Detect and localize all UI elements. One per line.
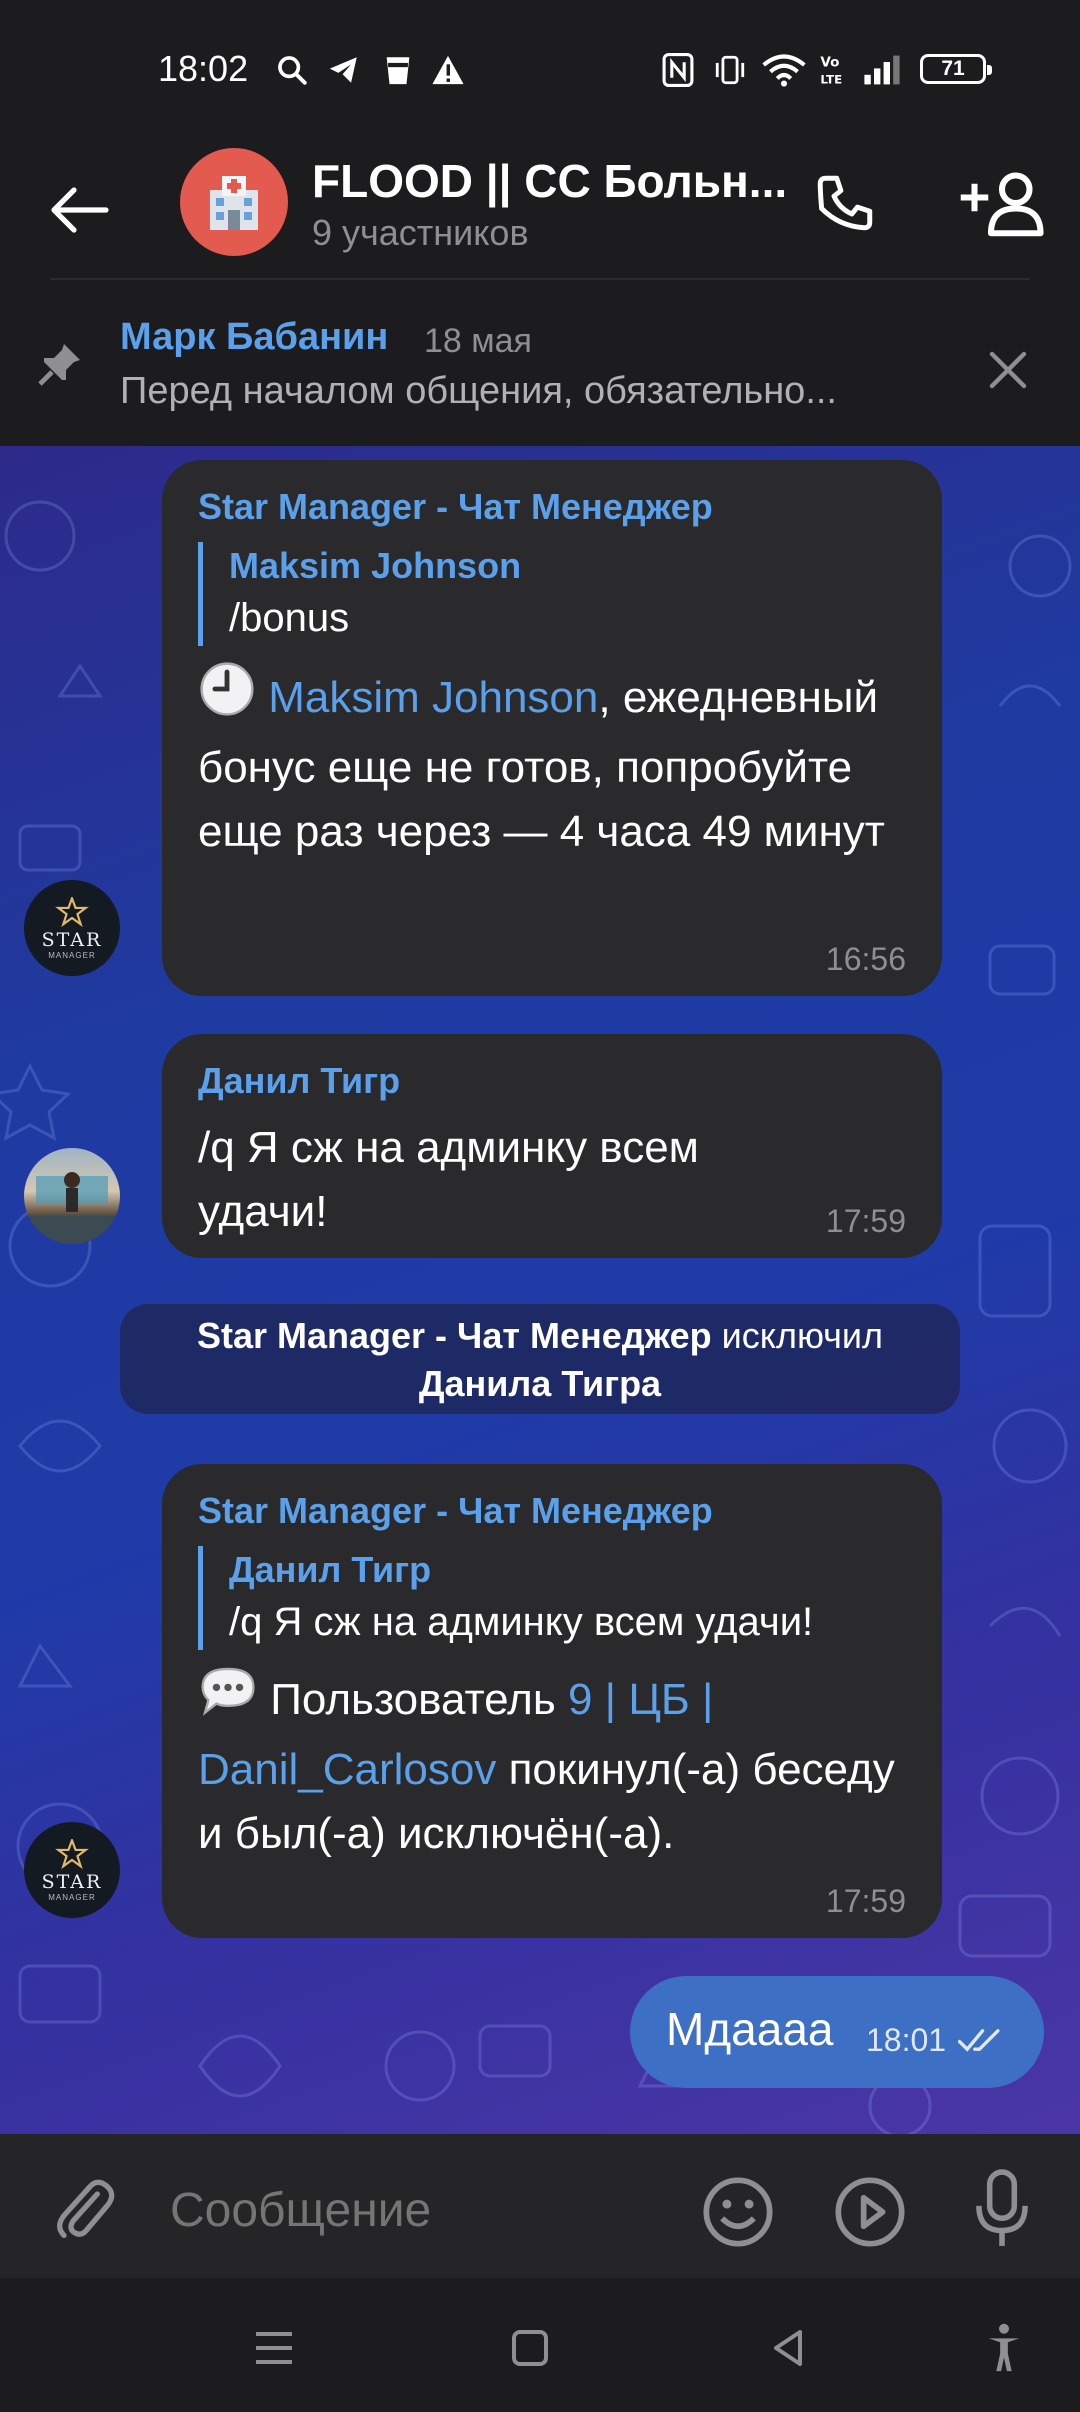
message-text: Мдаааа — [666, 2003, 834, 2055]
reply-quote[interactable]: Maksim Johnson /bonus — [198, 542, 906, 646]
back-button[interactable] — [40, 170, 120, 250]
system-nav-bar — [0, 2278, 1080, 2412]
reply-quote[interactable]: Данил Тигр /q Я сж на админку всем удачи… — [198, 1546, 906, 1650]
reply-text: /bonus — [229, 596, 350, 640]
play-circle-icon — [835, 2177, 905, 2247]
search-icon — [272, 50, 312, 90]
chat-title[interactable]: FLOOD || СС Больн... — [312, 154, 787, 208]
message-sender[interactable]: Star Manager - Чат Менеджер — [198, 486, 906, 528]
message-text: Maksim Johnson, ежедневный бонус еще не … — [198, 660, 906, 864]
status-time: 18:02 — [158, 48, 249, 89]
chat-area[interactable]: Star Manager - Чат Менеджер Maksim Johns… — [0, 446, 1080, 2134]
message-bubble[interactable]: Star Manager - Чат Менеджер Maksim Johns… — [162, 460, 942, 996]
double-check-icon — [958, 2029, 1000, 2052]
message-bubble[interactable]: Star Manager - Чат Менеджер Данил Тигр /… — [162, 1464, 942, 1938]
cup-icon — [378, 50, 418, 90]
nfc-icon — [660, 50, 696, 90]
warning-icon — [428, 50, 468, 90]
message-input-bar — [0, 2134, 1080, 2278]
message-bubble[interactable]: Данил Тигр /q Я сж на админку всем удачи… — [162, 1034, 942, 1258]
battery-indicator: 71 — [920, 54, 992, 84]
triangle-back-icon — [774, 2330, 802, 2366]
pinned-date: 18 мая — [424, 322, 532, 360]
signal-icon — [860, 50, 904, 90]
vibrate-icon — [712, 50, 748, 90]
user-mention-link[interactable]: Maksim Johnson — [268, 673, 598, 722]
clock-icon — [198, 660, 256, 736]
status-bar: 18:02 Vo LTE 71 — [0, 0, 1080, 140]
microphone-icon — [976, 2169, 1028, 2246]
message-text: /q Я сж на админку всем удачи! — [198, 1123, 699, 1236]
message-time: 17:59 — [825, 1883, 906, 1919]
sender-avatar[interactable]: STAR MANAGER — [24, 880, 120, 976]
message-input[interactable] — [170, 2170, 670, 2250]
person-photo-icon — [24, 1172, 120, 1244]
group-avatar[interactable] — [180, 148, 288, 256]
message-sender[interactable]: Данил Тигр — [198, 1060, 906, 1102]
sender-avatar[interactable] — [24, 1148, 120, 1244]
speech-balloon-icon — [198, 1664, 258, 1738]
smile-icon — [703, 2177, 773, 2247]
phone-icon — [817, 175, 873, 231]
pinned-text: Перед началом общения, обязательно... — [120, 370, 837, 412]
pinned-author: Марк Бабанин — [120, 316, 389, 358]
accessibility-icon — [988, 2323, 1020, 2372]
media-button[interactable] — [828, 2170, 912, 2254]
service-message: Star Manager - Чат Менеджер исключил Дан… — [120, 1304, 960, 1414]
chat-header: FLOOD || СС Больн... 9 участников — [0, 140, 1080, 280]
hospital-icon — [210, 176, 258, 230]
members-count: 9 участников — [312, 212, 529, 253]
message-time: 16:56 — [825, 941, 906, 977]
message-sender[interactable]: Star Manager - Чат Менеджер — [198, 1490, 906, 1532]
reply-author: Данил Тигр — [229, 1549, 432, 1590]
pinned-message[interactable]: Марк Бабанин 18 мая Перед началом общени… — [0, 280, 1080, 446]
star-logo-icon — [55, 896, 89, 927]
message-time: 18:01 — [866, 2022, 947, 2058]
reply-text: /q Я сж на админку всем удачи! — [229, 1600, 814, 1644]
volte-icon: Vo LTE — [818, 50, 850, 90]
call-button[interactable] — [800, 158, 890, 248]
sender-avatar[interactable]: STAR MANAGER — [24, 1822, 120, 1918]
back-nav-button[interactable] — [758, 2318, 818, 2378]
telegram-icon — [322, 50, 366, 90]
add-member-button[interactable] — [952, 158, 1052, 248]
outgoing-message-bubble[interactable]: Мдаааа 18:01 — [630, 1976, 1044, 2088]
paperclip-icon — [57, 2179, 115, 2238]
message-time: 17:59 — [825, 1203, 906, 1239]
reply-author: Maksim Johnson — [229, 545, 522, 586]
arrow-left-icon — [51, 187, 109, 233]
recent-apps-button[interactable] — [244, 2318, 304, 2378]
close-pinned-button[interactable] — [978, 340, 1038, 400]
accessibility-button[interactable] — [974, 2318, 1034, 2378]
svg-text:Vo: Vo — [820, 55, 839, 71]
voice-record-button[interactable] — [960, 2164, 1044, 2254]
message-text: Пользователь 9 | ЦБ | Danil_Carlosov пок… — [198, 1664, 906, 1866]
close-icon — [989, 351, 1027, 389]
emoji-button[interactable] — [696, 2170, 780, 2254]
pin-icon — [38, 344, 80, 386]
star-logo-icon — [55, 1838, 89, 1869]
home-button[interactable] — [500, 2318, 560, 2378]
attach-button[interactable] — [44, 2170, 124, 2250]
square-icon — [512, 2330, 548, 2366]
add-user-icon — [960, 172, 1044, 237]
wifi-icon — [760, 50, 808, 90]
svg-text:LTE: LTE — [820, 73, 842, 87]
menu-icon — [256, 2332, 292, 2364]
